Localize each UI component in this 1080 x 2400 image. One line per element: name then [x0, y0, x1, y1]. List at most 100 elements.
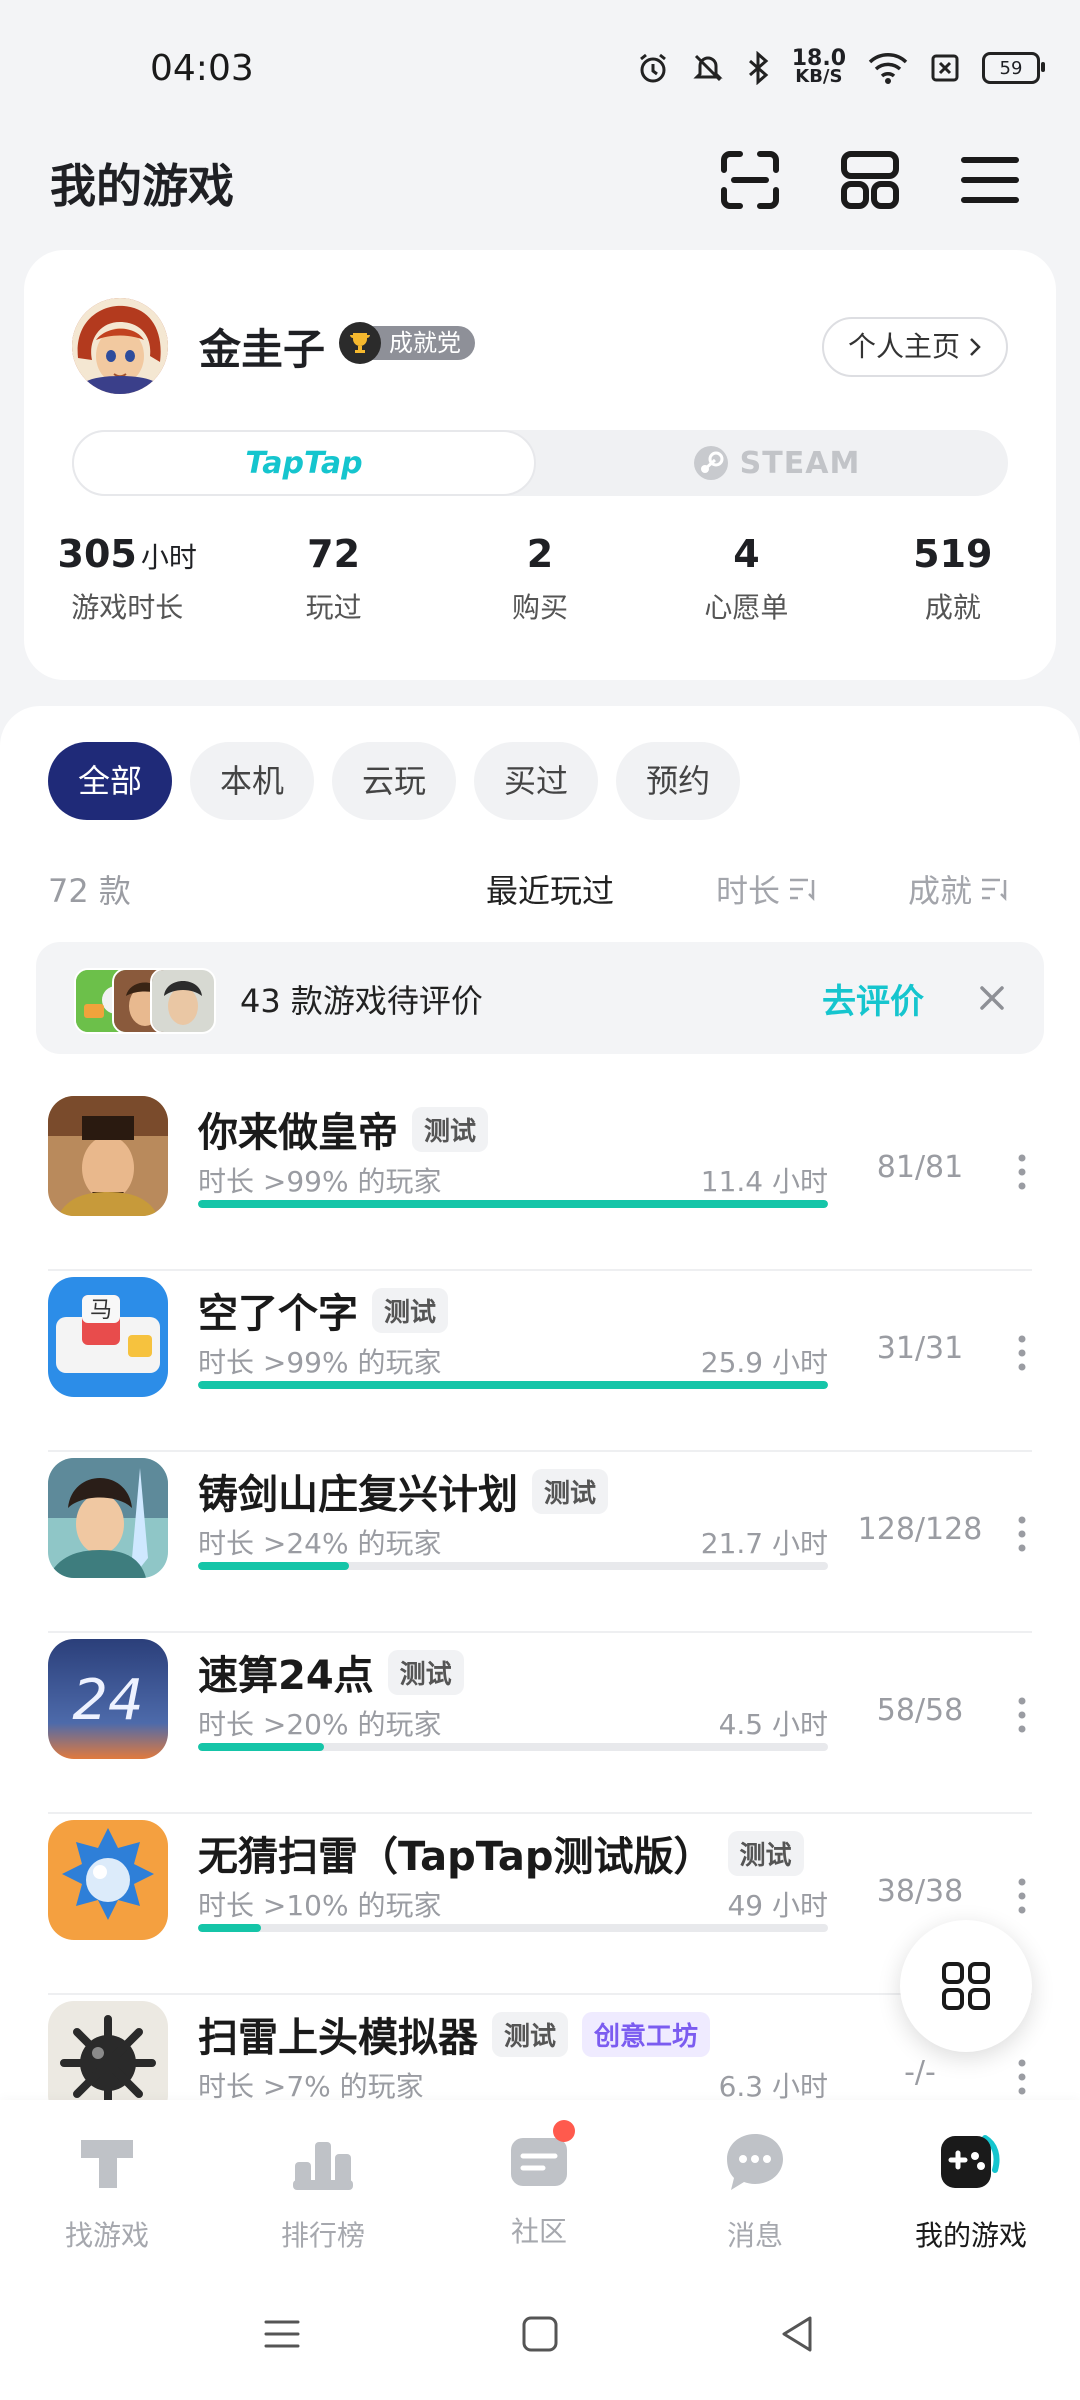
- playtime-progress: [198, 1200, 828, 1208]
- grid-view-button[interactable]: [900, 1920, 1032, 2052]
- game-hours: 4.5 小时: [718, 1708, 828, 1741]
- game-achievements: 31/31: [876, 1331, 964, 1366]
- more-icon[interactable]: [1012, 1152, 1032, 1192]
- nav-label: 消息: [726, 2219, 783, 2252]
- filter-bought[interactable]: 买过: [474, 742, 599, 820]
- more-icon[interactable]: [1012, 2057, 1032, 2097]
- stat-played[interactable]: 72 玩过: [230, 532, 436, 626]
- stat-achievements[interactable]: 519 成就: [850, 532, 1056, 626]
- game-name: 铸剑山庄复兴计划: [198, 1472, 518, 1518]
- more-icon[interactable]: [1012, 1876, 1032, 1916]
- stat-value: 4: [733, 532, 760, 576]
- filter-reserved[interactable]: 预约: [616, 742, 741, 820]
- stat-purchased[interactable]: 2 购买: [437, 532, 643, 626]
- avatar[interactable]: [72, 298, 168, 394]
- nav-ranking[interactable]: 排行榜: [238, 2126, 408, 2254]
- page-title: 我的游戏: [50, 159, 234, 213]
- status-icons: 18.0 KB/S 59: [636, 46, 1045, 87]
- svg-text:24: 24: [72, 1668, 143, 1733]
- alarm-icon: [639, 53, 666, 83]
- filter-chips: 全部 本机 云玩 买过 预约: [48, 742, 741, 820]
- playtime-progress: [198, 1924, 828, 1932]
- stat-wishlist[interactable]: 4 心愿单: [643, 532, 849, 626]
- sort-duration-label: 时长: [716, 872, 781, 910]
- scan-icon[interactable]: [718, 148, 782, 212]
- close-icon[interactable]: [972, 978, 1012, 1018]
- nav-find-games[interactable]: 找游戏: [22, 2126, 192, 2254]
- stat-value: 305: [57, 532, 137, 576]
- filter-local[interactable]: 本机: [190, 742, 315, 820]
- tag-beta: 测试: [387, 1649, 464, 1695]
- nav-messages[interactable]: 消息: [670, 2126, 840, 2254]
- stat-label: 游戏时长: [71, 591, 184, 624]
- more-icon[interactable]: [1012, 1514, 1032, 1554]
- sort-icon: [790, 878, 815, 902]
- game-title: 空了个字 测试: [198, 1281, 449, 1339]
- trophy-icon: [339, 322, 381, 364]
- status-bar: 04:03 18.0 KB/S 59: [0, 0, 1080, 120]
- tab-steam[interactable]: STEAM: [544, 430, 1008, 496]
- stat-unit: 小时: [140, 541, 197, 574]
- steam-label: STEAM: [739, 445, 861, 481]
- game-count: 72 款: [48, 872, 131, 910]
- nav-my-games[interactable]: 我的游戏: [886, 2126, 1056, 2254]
- game-thumb: [150, 968, 216, 1034]
- game-achievements: 58/58: [876, 1693, 964, 1728]
- filter-cloud[interactable]: 云玩: [332, 742, 457, 820]
- nav-community[interactable]: 社区: [454, 2120, 624, 2250]
- tag-beta: 测试: [727, 1830, 804, 1876]
- tag-beta: 测试: [492, 2011, 569, 2057]
- tab-taptap[interactable]: TapTap: [72, 430, 536, 496]
- stat-playtime[interactable]: 305 小时 游戏时长: [24, 532, 230, 626]
- game-icon: [48, 1458, 168, 1578]
- menu-icon[interactable]: [958, 148, 1022, 212]
- sort-recent[interactable]: 最近玩过: [486, 866, 614, 912]
- network-speed: 18.0 KB/S: [791, 46, 846, 87]
- grid-icon: [942, 1962, 990, 2010]
- stat-label: 心愿单: [704, 591, 789, 624]
- list-item[interactable]: 你来做皇帝 测试 时长 >99% 的玩家 11.4 小时 81/81: [0, 1090, 1080, 1271]
- notification-dot: [553, 2120, 575, 2142]
- game-title: 你来做皇帝 测试: [198, 1100, 489, 1158]
- platform-tabs: TapTap STEAM: [72, 430, 1008, 496]
- list-item[interactable]: 马 空了个字 测试 时长 >99% 的玩家 25.9 小时 31/31: [0, 1271, 1080, 1452]
- list-item[interactable]: 24 速算24点 测试 时长 >20% 的玩家 4.5 小时 58/58: [0, 1633, 1080, 1814]
- playtime-progress-fill: [198, 1743, 324, 1751]
- game-percentile: 时长 >99% 的玩家: [198, 1346, 442, 1379]
- home-icon[interactable]: [516, 2310, 564, 2358]
- game-icon: 马: [48, 1277, 168, 1397]
- sort-duration[interactable]: 时长: [716, 866, 818, 912]
- recent-apps-icon[interactable]: [258, 2310, 306, 2358]
- steam-icon: [693, 446, 728, 480]
- playtime-progress-fill: [198, 1562, 350, 1570]
- achievement-badge[interactable]: 成就党: [339, 322, 475, 364]
- game-name: 扫雷上头模拟器: [198, 2015, 478, 2061]
- sort-achievement[interactable]: 成就: [908, 866, 1010, 912]
- game-title: 无猜扫雷（TapTap测试版） 测试: [198, 1824, 804, 1882]
- go-review-button[interactable]: 去评价: [822, 974, 924, 1023]
- more-icon[interactable]: [1012, 1333, 1032, 1373]
- games-sheet: 全部 本机 云玩 买过 预约 72 款 最近玩过 时长 成就 43 款游戏待评价…: [0, 706, 1080, 2121]
- game-achievements: 128/128: [857, 1512, 983, 1547]
- playtime-progress-fill: [198, 1200, 828, 1208]
- stat-label: 购买: [512, 591, 569, 624]
- playtime-progress-fill: [198, 1924, 261, 1932]
- review-banner[interactable]: 43 款游戏待评价 去评价: [36, 942, 1044, 1054]
- more-icon[interactable]: [1012, 1695, 1032, 1735]
- back-icon[interactable]: [774, 2310, 822, 2358]
- system-nav-bar: [0, 2270, 1080, 2400]
- game-percentile: 时长 >99% 的玩家: [198, 1165, 442, 1198]
- game-hours: 25.9 小时: [700, 1346, 828, 1379]
- playtime-progress-fill: [198, 1381, 828, 1389]
- tag-workshop: 创意工坊: [582, 2011, 711, 2057]
- list-item[interactable]: 铸剑山庄复兴计划 测试 时长 >24% 的玩家 21.7 小时 128/128: [0, 1452, 1080, 1633]
- nav-label: 找游戏: [64, 2219, 149, 2252]
- pending-review-games: [74, 968, 216, 1034]
- bottom-nav: 找游戏 排行榜 社区 消息 我的游戏: [0, 2100, 1080, 2270]
- nav-label: 我的游戏: [914, 2219, 1027, 2252]
- homepage-button[interactable]: 个人主页: [821, 317, 1008, 377]
- game-name: 你来做皇帝: [198, 1110, 398, 1156]
- game-name: 无猜扫雷（TapTap测试版）: [198, 1834, 714, 1880]
- filter-all[interactable]: 全部: [48, 742, 173, 820]
- layout-icon[interactable]: [838, 148, 902, 212]
